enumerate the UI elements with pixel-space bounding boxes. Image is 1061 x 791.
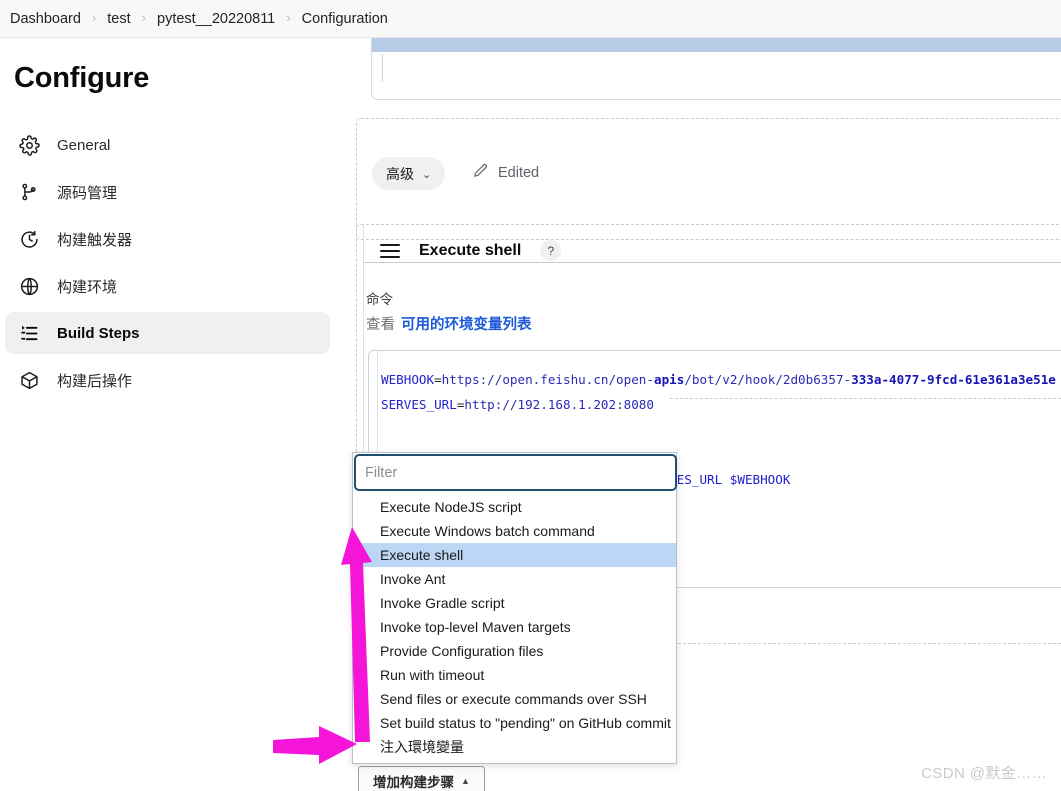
code-line: WEBHOOK=https://open.feishu.cn/open-apis… [381,367,1061,392]
dropdown-item[interactable]: Set build status to "pending" on GitHub … [353,711,676,735]
list-icon [17,321,41,345]
main-content: 高级 ⌄ Edited Execute shell ? 命令 查看 可用的环境变… [340,38,1061,791]
code-token: apis [653,372,685,387]
env-hint-prefix: 查看 [366,317,395,333]
code-token: = [434,372,442,387]
advanced-section-panel [356,118,1061,240]
advanced-button[interactable]: 高级 ⌄ [372,157,446,190]
dropdown-item[interactable]: Execute NodeJS script [353,495,676,519]
drag-handle-icon[interactable] [380,243,400,258]
env-vars-hint: 查看 可用的环境变量列表 [366,313,532,334]
code-token: https://open.feishu.cn/open- [441,372,654,387]
dropdown-item[interactable]: Invoke top-level Maven targets [353,615,676,639]
sidebar-item-label: Build Steps [57,324,140,342]
clock-icon [17,227,41,251]
sidebar-item-label: 构建触发器 [57,231,133,249]
gear-icon [17,133,41,157]
breadcrumb-item-project[interactable]: pytest__20220811 [157,11,275,27]
dropdown-item[interactable]: Run with timeout [353,663,676,687]
edited-indicator: Edited [472,162,539,183]
section-divider [363,262,1061,263]
sidebar-item-label: 构建环境 [57,278,118,296]
package-icon [17,368,41,392]
chevron-up-icon: ▲ [461,775,470,786]
sidebar-nav: General 源码管理 构建触发器 构建环境 Build Steps 构建后操… [5,124,330,406]
dropdown-item[interactable]: Provide Configuration files [353,639,676,663]
help-icon[interactable]: ? [540,240,562,261]
code-token: 333a-4077-9fcd-61e361a3e51e [851,372,1056,387]
dropdown-item[interactable]: Send files or execute commands over SSH [353,687,676,711]
sidebar-item-build-steps[interactable]: Build Steps [5,312,330,354]
build-step-type-dropdown: Execute NodeJS scriptExecute Windows bat… [352,452,677,764]
section-indent-rule [382,54,383,82]
sidebar-item-source-control[interactable]: 源码管理 [5,171,330,213]
dropdown-item[interactable]: Invoke Ant [353,567,676,591]
build-step-header: Execute shell ? [380,240,562,261]
screen-root: Dashboard › test › pytest__20220811 › Co… [0,0,1061,791]
dropdown-item[interactable]: Execute Windows batch command [353,519,676,543]
previous-section-card [371,38,1061,100]
code-token: WEBHOOK [381,372,435,387]
code-line: SERVES_URL=http://192.168.1.202:8080 [381,392,1061,417]
add-build-step-button[interactable]: 增加构建步骤 ▲ [358,766,485,791]
sidebar-item-post-build-actions[interactable]: 构建后操作 [5,359,330,401]
sidebar: Configure General 源码管理 构建触发器 构建环境 Build … [0,38,340,791]
code-token: /bot/v2/hook/2d0b6357- [684,372,852,387]
breadcrumb-separator-icon: › [91,10,97,25]
env-vars-link[interactable]: 可用的环境变量列表 [401,313,532,334]
sidebar-item-label: General [57,136,111,154]
dropdown-item[interactable]: 注入環境變量 [353,735,676,759]
panel-dashed-edge [670,398,1061,399]
code-token: http://192.168.1.202:8080 [464,397,654,412]
panel-inner-rule [363,224,364,454]
page-title: Configure [14,62,150,94]
sidebar-item-build-triggers[interactable]: 构建触发器 [5,218,330,260]
advanced-button-label: 高级 [386,165,414,182]
breadcrumb-separator-icon: › [286,10,291,25]
chevron-down-icon: ⌄ [422,169,432,181]
dropdown-item[interactable]: Execute shell [353,543,676,567]
section-header-bar [372,38,1061,52]
build-step-type-list: Execute NodeJS script Execute Windows bat… [353,495,676,759]
sidebar-item-general[interactable]: General [5,124,330,166]
watermark: CSDN @默金…… [921,765,1047,782]
breadcrumb-separator-icon: › [141,10,146,25]
code-token: SERVES_URL [381,397,457,412]
sidebar-item-build-environment[interactable]: 构建环境 [5,265,330,307]
branch-icon [17,180,41,204]
sidebar-item-label: 源码管理 [57,184,118,202]
breadcrumb-item-configuration[interactable]: Configuration [302,11,388,27]
build-step-title: Execute shell [419,241,522,259]
globe-icon [17,274,41,298]
sidebar-item-label: 构建后操作 [57,372,133,390]
filter-input[interactable] [354,454,677,491]
command-label: 命令 [366,292,393,307]
edited-label: Edited [498,164,540,181]
breadcrumb: Dashboard › test › pytest__20220811 › Co… [0,0,1061,38]
pencil-icon [472,162,489,183]
dropdown-item[interactable]: Invoke Gradle script [353,591,676,615]
add-build-step-label: 增加构建步骤 [373,774,454,790]
breadcrumb-item-test[interactable]: test [107,11,130,27]
breadcrumb-item-dashboard[interactable]: Dashboard [10,11,81,27]
